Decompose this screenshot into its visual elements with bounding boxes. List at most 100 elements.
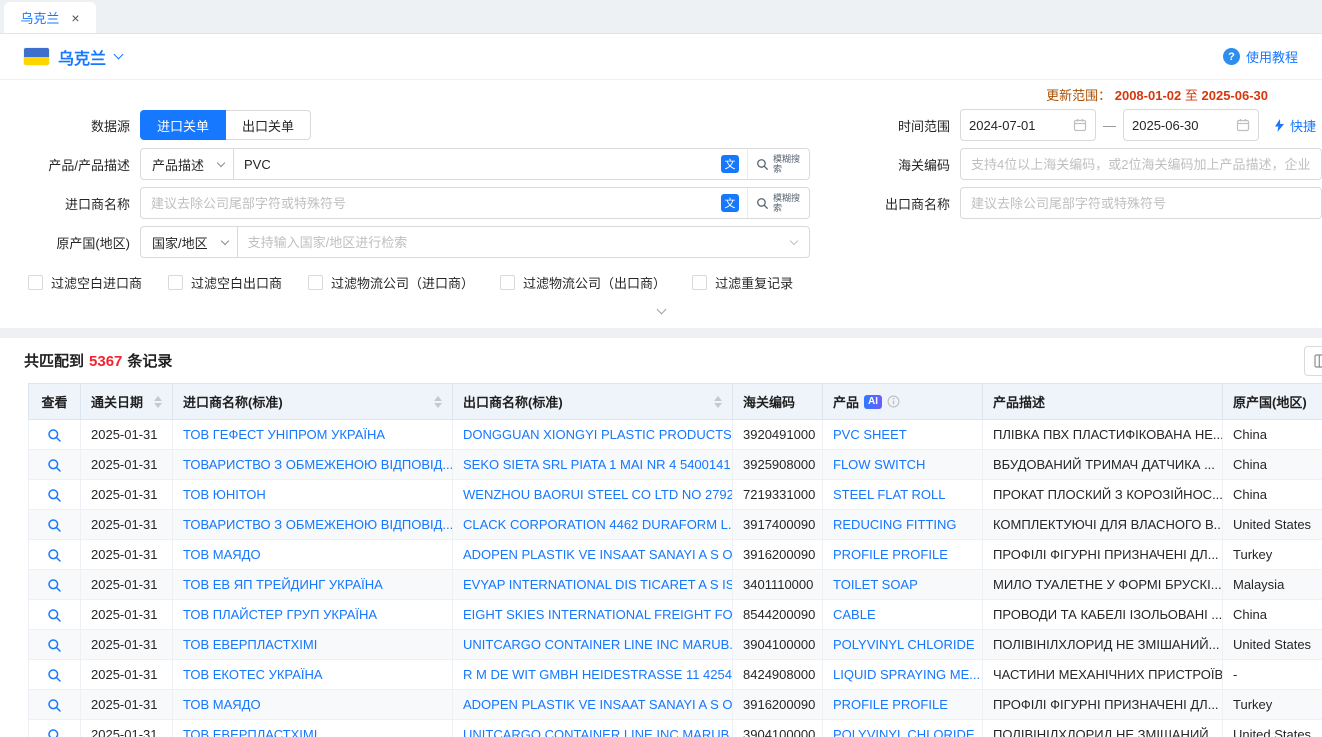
checkbox-icon[interactable] [500, 275, 515, 290]
checkbox-icon[interactable] [28, 275, 43, 290]
country-title[interactable]: 乌克兰 [58, 45, 106, 69]
exporter-link[interactable]: DONGGUAN XIONGYI PLASTIC PRODUCTS ... [453, 420, 733, 450]
calendar-icon[interactable] [1073, 118, 1087, 132]
importer-link[interactable]: ТОВ ЕВЕРПЛАСТХІМІ [173, 720, 453, 737]
product-link[interactable]: PVC SHEET [823, 420, 983, 450]
checkbox-filter-logistics-exporter[interactable]: 过滤物流公司（出口商） [500, 273, 666, 292]
importer-link[interactable]: ТОВ ПЛАЙСТЕР ГРУП УКРАЇНА [173, 600, 453, 630]
exporter-link[interactable]: ADOPEN PLASTIK VE INSAAT SANAYI A S O... [453, 540, 733, 570]
view-record-button[interactable] [47, 518, 62, 533]
hs-code-field[interactable] [960, 148, 1322, 180]
sort-icon[interactable] [154, 396, 162, 408]
product-link[interactable]: PROFILE PROFILE [823, 540, 983, 570]
info-icon[interactable] [887, 395, 900, 408]
translate-icon[interactable]: 文 [721, 194, 739, 212]
checkbox-filter-logistics-importer[interactable]: 过滤物流公司（进口商） [308, 273, 474, 292]
view-record-button[interactable] [47, 458, 62, 473]
date-from-field[interactable] [960, 109, 1096, 141]
collapse-filters-button[interactable] [631, 303, 691, 319]
view-cell [29, 540, 81, 570]
view-record-button[interactable] [47, 728, 62, 737]
view-record-button[interactable] [47, 578, 62, 593]
product-link[interactable]: POLYVINYL CHLORIDE [823, 630, 983, 660]
exporter-field[interactable] [960, 187, 1322, 219]
importer-link[interactable]: ТОВ ЮНІТОН [173, 480, 453, 510]
header-exporter[interactable]: 出口商名称(标准) [453, 384, 733, 420]
exporter-link[interactable]: R M DE WIT GMBH HEIDESTRASSE 11 4254... [453, 660, 733, 690]
checkbox-icon[interactable] [168, 275, 183, 290]
sort-icon[interactable] [714, 396, 722, 408]
product-search-input[interactable] [234, 149, 721, 179]
view-record-button[interactable] [47, 548, 62, 563]
origin-mode-select[interactable]: 国家/地区 [140, 226, 238, 258]
header-importer[interactable]: 进口商名称(标准) [173, 384, 453, 420]
product-link[interactable]: STEEL FLAT ROLL [823, 480, 983, 510]
date-to-input[interactable] [1124, 118, 1236, 133]
product-link[interactable]: TOILET SOAP [823, 570, 983, 600]
origin-select-field[interactable] [237, 226, 810, 258]
chevron-down-icon[interactable] [114, 50, 124, 60]
clearance-date: 2025-01-31 [81, 600, 173, 630]
tab-ukraine[interactable]: 乌克兰 × [4, 2, 96, 33]
checkbox-filter-blank-exporter[interactable]: 过滤空白出口商 [168, 273, 282, 292]
product-link[interactable]: POLYVINYL CHLORIDE [823, 720, 983, 737]
product-link[interactable]: LIQUID SPRAYING ME... [823, 660, 983, 690]
importer-link[interactable]: ТОВАРИСТВО З ОБМЕЖЕНОЮ ВІДПОВІД... [173, 450, 453, 480]
product-mode-select[interactable]: 产品描述 [140, 148, 234, 180]
quick-range-button[interactable]: 快捷 [1273, 116, 1316, 135]
hs-code-label: 海关编码 [810, 155, 960, 174]
checkbox-icon[interactable] [308, 275, 323, 290]
exporter-link[interactable]: SEKO SIETA SRL PIATA 1 MAI NR 4 5400141 … [453, 450, 733, 480]
product-link[interactable]: CABLE [823, 600, 983, 630]
checkbox-filter-blank-importer[interactable]: 过滤空白进口商 [28, 273, 142, 292]
importer-link[interactable]: ТОВ ЕВ ЯП ТРЕЙДИНГ УКРАЇНА [173, 570, 453, 600]
origin-input[interactable] [238, 227, 791, 257]
importer-link[interactable]: ТОВ ЕВЕРПЛАСТХІМІ [173, 630, 453, 660]
table-settings-button[interactable] [1304, 346, 1322, 376]
close-icon[interactable]: × [71, 11, 79, 25]
calendar-icon[interactable] [1236, 118, 1250, 132]
date-to-field[interactable] [1123, 109, 1259, 141]
importer-link[interactable]: ТОВ ГЕФЕСТ УНІПРОМ УКРАЇНА [173, 420, 453, 450]
fuzzy-search-button[interactable]: 模糊搜索 [747, 149, 809, 179]
checkbox-filter-duplicates[interactable]: 过滤重复记录 [692, 273, 793, 292]
importer-link[interactable]: ТОВАРИСТВО З ОБМЕЖЕНОЮ ВІДПОВІД... [173, 510, 453, 540]
importer-link[interactable]: ТОВ ЕКОТЕС УКРАЇНА [173, 660, 453, 690]
view-record-button[interactable] [47, 608, 62, 623]
product-search-field[interactable]: 文 模糊搜索 [233, 148, 810, 180]
importer-link[interactable]: ТОВ МАЯДО [173, 690, 453, 720]
export-manifest-button[interactable]: 出口关单 [226, 110, 311, 140]
importer-field[interactable]: 文 模糊搜索 [140, 187, 810, 219]
product-link[interactable]: PROFILE PROFILE [823, 690, 983, 720]
sort-icon[interactable] [434, 396, 442, 408]
exporter-link[interactable]: WENZHOU BAORUI STEEL CO LTD NO 2792... [453, 480, 733, 510]
exporter-input[interactable] [961, 188, 1321, 218]
exporter-link[interactable]: ADOPEN PLASTIK VE INSAAT SANAYI A S O... [453, 690, 733, 720]
importer-link[interactable]: ТОВ МАЯДО [173, 540, 453, 570]
header-clearance-date[interactable]: 通关日期 [81, 384, 173, 420]
header-view: 查看 [29, 384, 81, 420]
import-manifest-button[interactable]: 进口关单 [140, 110, 226, 140]
magnifier-icon [47, 668, 62, 683]
exporter-link[interactable]: EVYAP INTERNATIONAL DIS TICARET A S IS..… [453, 570, 733, 600]
product-link[interactable]: REDUCING FITTING [823, 510, 983, 540]
view-record-button[interactable] [47, 668, 62, 683]
hs-code-input[interactable] [961, 149, 1321, 179]
view-record-button[interactable] [47, 428, 62, 443]
view-record-button[interactable] [47, 638, 62, 653]
hs-code: 8544200090 [733, 600, 823, 630]
exporter-link[interactable]: CLACK CORPORATION 4462 DURAFORM L... [453, 510, 733, 540]
exporter-link[interactable]: EIGHT SKIES INTERNATIONAL FREIGHT FOR... [453, 600, 733, 630]
checkbox-icon[interactable] [692, 275, 707, 290]
view-record-button[interactable] [47, 488, 62, 503]
product-link[interactable]: FLOW SWITCH [823, 450, 983, 480]
tutorial-link[interactable]: ? 使用教程 [1223, 47, 1298, 66]
translate-icon[interactable]: 文 [721, 155, 739, 173]
importer-input[interactable] [141, 188, 721, 218]
exporter-link[interactable]: UNITCARGO CONTAINER LINE INC MARUB... [453, 630, 733, 660]
fuzzy-search-button[interactable]: 模糊搜索 [747, 188, 809, 218]
date-from-input[interactable] [961, 118, 1073, 133]
origin-country: United States [1223, 720, 1322, 737]
exporter-link[interactable]: UNITCARGO CONTAINER LINE INC MARUB... [453, 720, 733, 737]
view-record-button[interactable] [47, 698, 62, 713]
